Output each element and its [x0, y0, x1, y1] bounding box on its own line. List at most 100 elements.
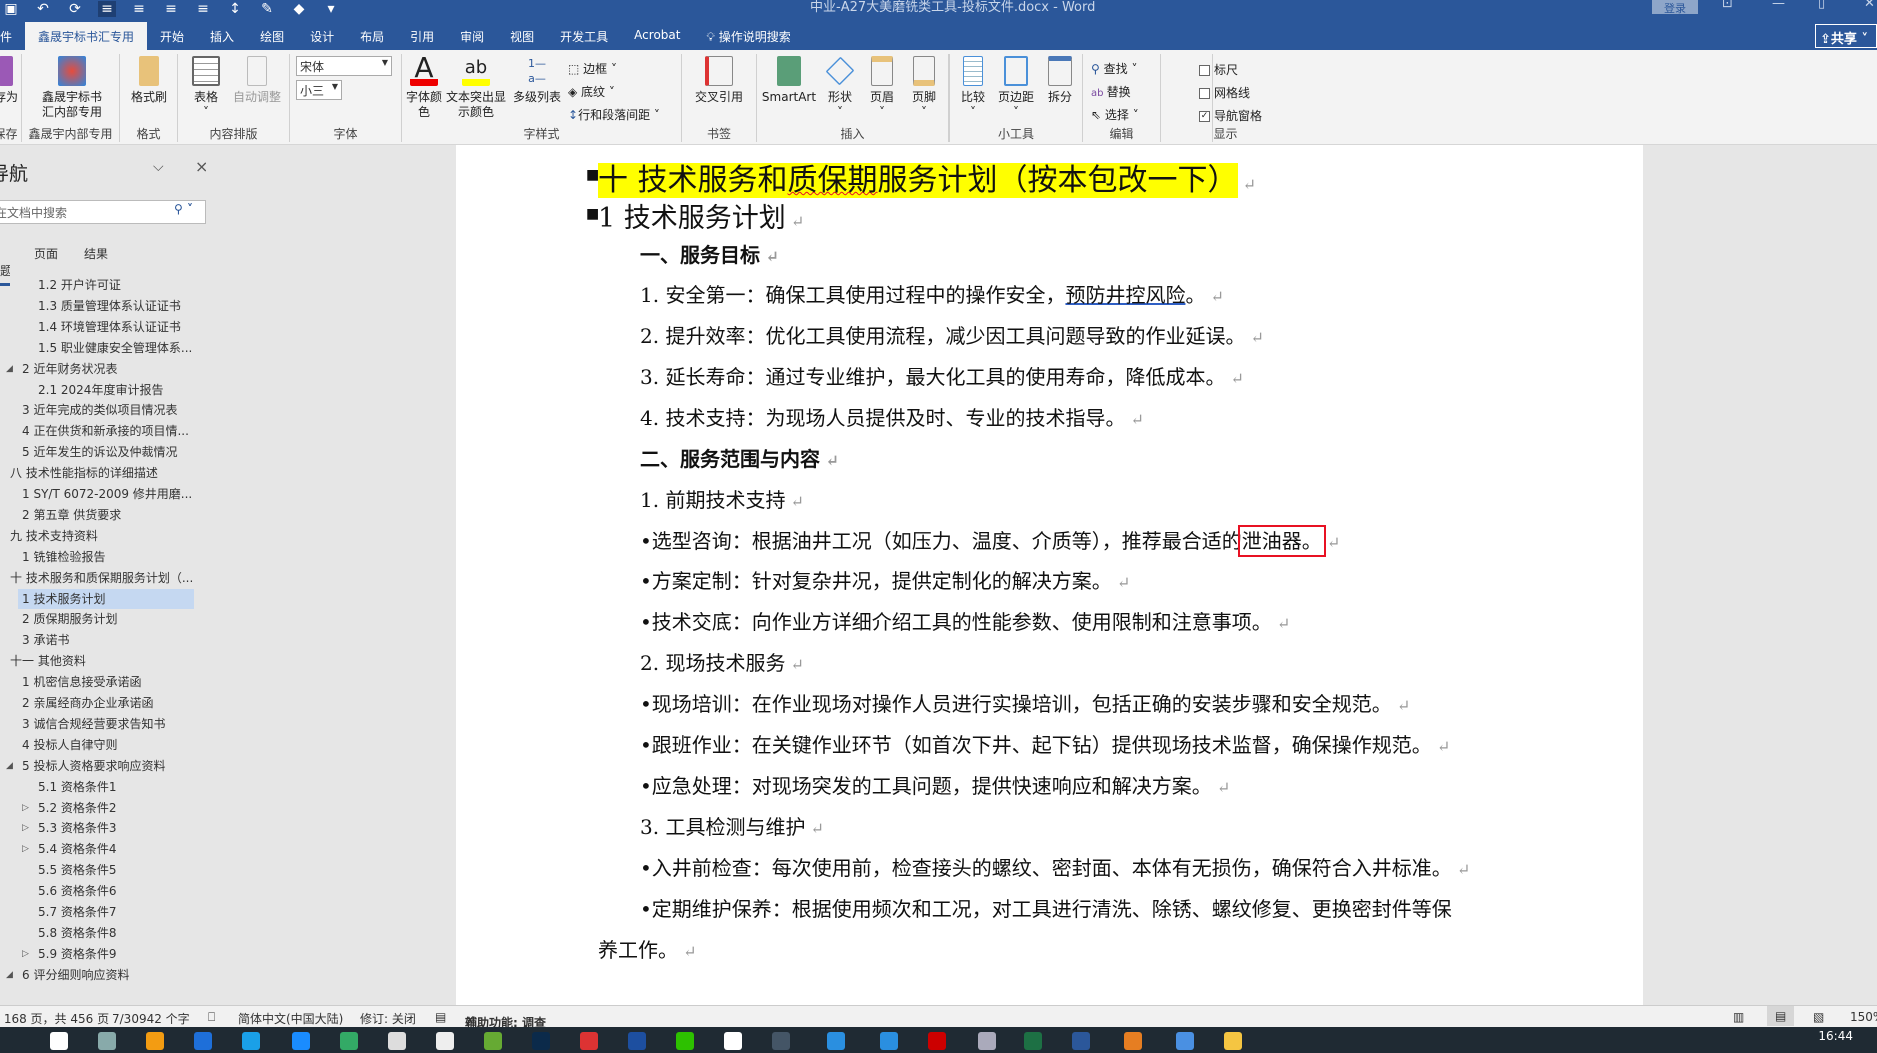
nav-item[interactable]: ▷ 5.4 资格条件4 [0, 839, 194, 859]
paragraph[interactable]: •方案定制：针对复杂井况，提供定制化的解决方案。 ↵ [640, 565, 1130, 594]
nav-item[interactable]: 2.1 2024年度审计报告 [0, 380, 194, 400]
header-button[interactable]: 页眉 ˅ [863, 56, 901, 120]
nav-item[interactable]: 1.4 环境管理体系认证证书 [0, 317, 194, 337]
font-size-select[interactable]: 小三 ▼ [296, 80, 342, 100]
undo-icon[interactable]: ↶ [34, 1, 52, 17]
nav-item[interactable]: 2 质保期服务计划 [0, 609, 194, 629]
zoom-level[interactable]: 150% [1850, 1010, 1877, 1024]
tab-view[interactable]: 视图 [497, 22, 547, 50]
paragraph[interactable]: 4. 技术支持：为现场人员提供及时、专业的技术指导。 ↵ [640, 402, 1144, 431]
shading-button[interactable]: ◈ 底纹 ˅ [568, 83, 615, 100]
paragraph[interactable]: •定期维护保养：根据使用频次和工况，对工具进行清洗、除锈、螺纹修复、更换密封件等… [640, 893, 1452, 922]
app-icon[interactable] [880, 1032, 898, 1050]
paragraph[interactable]: 2. 提升效率：优化工具使用流程，减少因工具问题导致的作业延误。 ↵ [640, 320, 1264, 349]
expand-arrow-icon[interactable]: ▷ [22, 798, 29, 818]
excel-icon[interactable] [1024, 1032, 1042, 1050]
paragraph[interactable]: 1. 安全第一：确保工具使用过程中的操作安全，预防井控风险。 ↵ [640, 279, 1224, 308]
nav-item[interactable]: 5.5 资格条件5 [0, 860, 194, 880]
collapse-arrow-icon[interactable]: ◢ [6, 965, 13, 985]
word-icon[interactable] [1072, 1032, 1090, 1050]
tab-home[interactable]: 开始 [147, 22, 197, 50]
app-icon[interactable] [484, 1032, 502, 1050]
save-icon[interactable]: ▣ [2, 1, 20, 17]
search-icon[interactable]: ⚲ ˅ [174, 202, 193, 216]
justify-icon[interactable]: ≡ [194, 1, 212, 17]
replace-button[interactable]: ab 替换 [1091, 83, 1131, 100]
collapse-arrow-icon[interactable]: ◢ [6, 359, 13, 379]
paragraph[interactable]: •技术交底：向作业方详细介绍工具的性能参数、使用限制和注意事项。 ↵ [640, 606, 1290, 635]
paragraph[interactable]: •跟班作业：在关键作业环节（如首次下井、起下钻）提供现场技术监督，确保操作规范。… [640, 729, 1450, 758]
paragraph[interactable]: 2. 现场技术服务 ↵ [640, 647, 804, 676]
margins-button[interactable]: 页边距 ˅ [994, 56, 1038, 120]
app-icon[interactable] [292, 1032, 310, 1050]
nav-item[interactable]: 2 第五章 供货要求 [0, 505, 194, 525]
paragraph[interactable]: •现场培训：在作业现场对操作人员进行实操培训，包括正确的安装步骤和安全规范。 ↵ [640, 688, 1410, 717]
nav-options-icon[interactable]: ⌵ [153, 159, 164, 175]
table-button[interactable]: 表格 ˅ [190, 56, 222, 120]
search-icon[interactable] [50, 1032, 68, 1050]
nav-item[interactable]: ▷ 5.2 资格条件2 [0, 798, 194, 818]
nav-search-input[interactable]: 在文档中搜索 ⚲ ˅ [0, 200, 206, 224]
share-button[interactable]: ⇪共享 ˅ [1815, 24, 1877, 48]
app-icon[interactable] [628, 1032, 646, 1050]
ruler-checkbox[interactable]: 标尺 [1199, 61, 1238, 78]
tab-layout[interactable]: 布局 [347, 22, 397, 50]
align-center-icon[interactable]: ≡ [130, 1, 148, 17]
folder-icon[interactable] [1224, 1032, 1242, 1050]
heading-3[interactable]: 二、服务范围与内容 ↵ [640, 443, 839, 472]
paragraph[interactable]: •应急处理：对现场突发的工具问题，提供快速响应和解决方案。 ↵ [640, 770, 1230, 799]
nav-item[interactable]: 5.8 资格条件8 [0, 923, 194, 943]
nav-item[interactable]: 5.1 资格条件1 [0, 777, 194, 797]
close-icon[interactable]: ✕ [1864, 0, 1875, 11]
xsy-button[interactable]: 鑫晟宇标书汇内部专用 [37, 56, 107, 120]
nav-pane-checkbox[interactable]: ✓ 导航窗格 [1199, 107, 1262, 124]
nav-item[interactable]: 3 诚信合规经营要求告知书 [0, 714, 194, 734]
nav-item[interactable]: ◢ 5 投标人资格要求响应资料 [0, 756, 194, 776]
expand-arrow-icon[interactable]: ▷ [22, 818, 29, 838]
maximize-icon[interactable]: ▯ [1818, 0, 1825, 11]
nav-item[interactable]: 1 SY/T 6072-2009 修井用磨... [0, 484, 194, 504]
find-button[interactable]: ⚲ 查找 ˅ [1091, 60, 1137, 77]
app-icon[interactable] [242, 1032, 260, 1050]
app-icon[interactable] [827, 1032, 845, 1050]
paragraph[interactable]: 3. 延长寿命：通过专业维护，最大化工具的使用寿命，降低成本。 ↵ [640, 361, 1244, 390]
nav-item[interactable]: 5.7 资格条件7 [0, 902, 194, 922]
nav-item[interactable]: 4 正在供货和新承接的项目情... [0, 421, 194, 441]
align-left-icon[interactable]: ≡ [98, 1, 116, 17]
line-spacing-icon[interactable]: ↕ [226, 1, 244, 17]
nav-item[interactable]: 1 技术服务计划 [18, 588, 194, 609]
paragraph[interactable]: •入井前检查：每次使用前，检查接头的螺纹、密封面、本体有无损伤，确保符合入井标准… [640, 852, 1470, 881]
footer-button[interactable]: 页脚 ˅ [905, 56, 943, 120]
font-name-select[interactable]: 宋体 ▼ [296, 56, 392, 76]
start-icon[interactable] [12, 1032, 30, 1050]
highlight-button[interactable]: ab 文本突出显示颜色 [446, 56, 506, 120]
paragraph[interactable]: 养工作。 ↵ [598, 934, 697, 963]
nav-item[interactable]: 3 近年完成的类似项目情况表 [0, 400, 194, 420]
shape-button[interactable]: 形状 ˅ [821, 56, 859, 120]
tab-developer[interactable]: 开发工具 [547, 22, 621, 50]
nav-item[interactable]: ◢ 6 评分细则响应资料 [0, 965, 194, 985]
nav-item[interactable]: 3 承诺书 [0, 630, 194, 650]
tab-insert[interactable]: 插入 [197, 22, 247, 50]
align-right-icon[interactable]: ≡ [162, 1, 180, 17]
tab-acrobat[interactable]: Acrobat [621, 22, 693, 50]
acrobat-icon[interactable] [928, 1032, 946, 1050]
redo-icon[interactable]: ⟳ [66, 1, 84, 17]
nav-item[interactable]: 4 投标人自律守则 [0, 735, 194, 755]
nav-item[interactable]: 2 亲属经商办企业承诺函 [0, 693, 194, 713]
paragraph[interactable]: 3. 工具检测与维护 ↵ [640, 811, 824, 840]
spacing-button[interactable]: ↕行和段落间距 ˅ [568, 106, 660, 123]
word-count[interactable]: 7/30942 个字 [112, 1010, 190, 1027]
app-icon[interactable] [340, 1032, 358, 1050]
nav-item[interactable]: 5.6 资格条件6 [0, 881, 194, 901]
app-icon[interactable] [772, 1032, 790, 1050]
tab-references[interactable]: 引用 [397, 22, 447, 50]
heading-1[interactable]: ■ 十 技术服务和质保期服务计划（按本包改一下） ↵ [586, 155, 1256, 199]
qq-icon[interactable] [724, 1032, 742, 1050]
paragraph[interactable]: 1. 前期技术支持 ↵ [640, 484, 804, 513]
gridlines-checkbox[interactable]: 网格线 [1199, 84, 1250, 101]
cross-reference-button[interactable]: 交叉引用 [690, 56, 748, 105]
paragraph[interactable]: •选型咨询：根据油井工况（如压力、温度、介质等），推荐最合适的泄油器。 ↵ [640, 525, 1340, 557]
touch-mode-icon[interactable]: ✎ [258, 1, 276, 17]
nav-item[interactable]: 十一 其他资料 [0, 651, 194, 671]
